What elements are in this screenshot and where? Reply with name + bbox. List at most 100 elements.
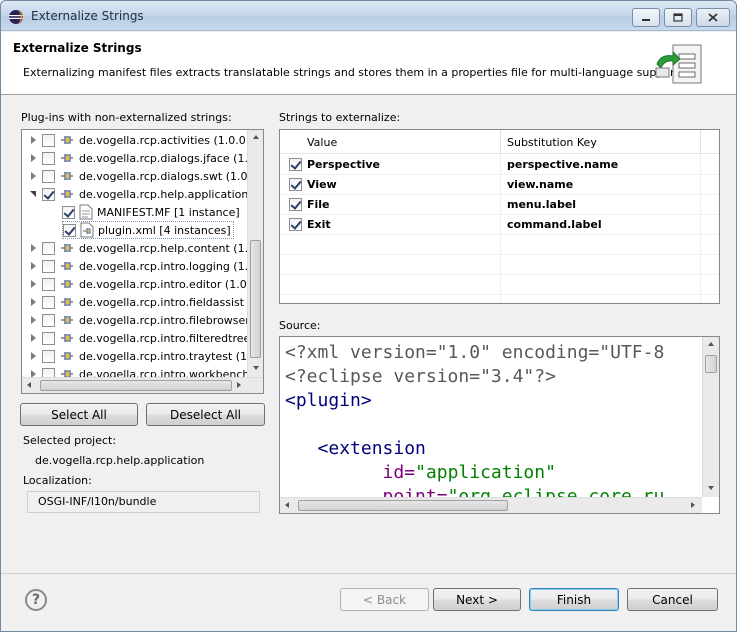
scroll-up-arrow-icon[interactable]: [703, 337, 719, 353]
expand-icon[interactable]: [28, 170, 40, 182]
plugin-checkbox[interactable]: [42, 133, 55, 147]
plugin-checkbox[interactable]: [42, 187, 55, 201]
tree-item[interactable]: de.vogella.rcp.intro.filebrowser: [28, 311, 250, 329]
key-cell[interactable]: menu.label: [507, 198, 576, 211]
plugin-checkbox[interactable]: [42, 295, 55, 309]
back-button[interactable]: < Back: [340, 588, 429, 611]
tree-item[interactable]: de.vogella.rcp.help.application: [28, 185, 248, 203]
plugin-icon: [61, 136, 73, 144]
expand-icon[interactable]: [28, 242, 40, 254]
scroll-left-arrow-icon[interactable]: [22, 378, 38, 393]
key-cell[interactable]: view.name: [507, 178, 573, 191]
tree-vertical-scrollbar[interactable]: [247, 130, 263, 377]
footer-separator: [1, 573, 736, 574]
expand-icon[interactable]: [28, 152, 40, 164]
source-code: <?xml version="1.0" encoding="UTF-8 <?ec…: [285, 341, 664, 509]
plugin-checkbox[interactable]: [42, 241, 55, 255]
tree-item[interactable]: de.vogella.rcp.activities (1.0.0.q: [28, 131, 256, 149]
plugin-checkbox[interactable]: [42, 349, 55, 363]
plugin-checkbox[interactable]: [42, 331, 55, 345]
strings-label: Strings to externalize:: [279, 111, 401, 124]
string-checkbox[interactable]: [289, 178, 302, 191]
manifest-file-icon: [79, 204, 93, 220]
plugin-checkbox[interactable]: [42, 313, 55, 327]
tree-item[interactable]: de.vogella.rcp.dialogs.jface (1.0: [28, 149, 255, 167]
tree-item[interactable]: de.vogella.rcp.intro.filteredtree: [28, 329, 250, 347]
tree-item[interactable]: MANIFEST.MF [1 instance]: [62, 203, 240, 221]
table-row[interactable]: Perspective perspective.name: [280, 155, 719, 175]
finish-button[interactable]: Finish: [529, 588, 619, 611]
scroll-right-arrow-icon[interactable]: [231, 378, 247, 393]
scroll-right-arrow-icon[interactable]: [685, 498, 701, 513]
expand-icon[interactable]: [28, 278, 40, 290]
source-line: <extension: [317, 438, 426, 459]
minimize-button[interactable]: [632, 8, 660, 27]
column-separator[interactable]: [700, 130, 701, 154]
expand-icon[interactable]: [28, 350, 40, 362]
file-checkbox[interactable]: [62, 205, 75, 219]
help-button[interactable]: ?: [25, 589, 47, 611]
string-checkbox[interactable]: [289, 158, 302, 171]
plugins-label: Plug-ins with non-externalized strings:: [21, 111, 232, 124]
scroll-left-arrow-icon[interactable]: [280, 498, 296, 513]
plugin-checkbox[interactable]: [42, 151, 55, 165]
string-checkbox[interactable]: [289, 198, 302, 211]
select-all-button[interactable]: Select All: [20, 403, 138, 426]
plugin-icon: [61, 352, 73, 360]
cancel-button[interactable]: Cancel: [627, 588, 718, 611]
source-vertical-scrollbar[interactable]: [702, 337, 719, 497]
plugin-icon: [61, 298, 73, 306]
key-cell[interactable]: perspective.name: [507, 158, 618, 171]
scroll-thumb[interactable]: [250, 240, 261, 358]
table-row[interactable]: File menu.label: [280, 195, 719, 215]
key-cell[interactable]: command.label: [507, 218, 602, 231]
eclipse-icon: [9, 10, 23, 24]
tree-item-selected[interactable]: plugin.xml [4 instances]: [62, 221, 234, 239]
expand-icon[interactable]: [28, 314, 40, 326]
source-line: <plugin>: [285, 390, 372, 411]
scroll-thumb[interactable]: [40, 380, 232, 391]
source-horizontal-scrollbar[interactable]: [280, 497, 702, 513]
string-checkbox[interactable]: [289, 218, 302, 231]
next-button[interactable]: Next >: [433, 588, 521, 611]
expand-icon[interactable]: [28, 296, 40, 308]
table-row[interactable]: Exit command.label: [280, 215, 719, 235]
scroll-thumb[interactable]: [298, 500, 508, 511]
column-separator[interactable]: [500, 130, 501, 154]
page-title: Externalize Strings: [13, 41, 142, 55]
expand-icon[interactable]: [28, 260, 40, 272]
tree-item[interactable]: de.vogella.rcp.intro.logging (1.0: [28, 257, 255, 275]
plugin-checkbox[interactable]: [42, 277, 55, 291]
scroll-down-arrow-icon[interactable]: [248, 361, 263, 377]
maximize-button[interactable]: [664, 8, 692, 27]
close-button[interactable]: [696, 8, 730, 27]
expand-icon[interactable]: [28, 332, 40, 344]
tree-horizontal-scrollbar[interactable]: [22, 377, 263, 393]
column-header-value[interactable]: Value: [307, 136, 337, 149]
value-cell: Exit: [307, 218, 331, 231]
strings-table[interactable]: Value Substitution Key Perspective persp…: [279, 129, 720, 304]
plugin-checkbox[interactable]: [42, 169, 55, 183]
externalize-strings-dialog: Externalize Strings Externalize Strings …: [0, 0, 737, 632]
tree-item-label: de.vogella.rcp.intro.logging (1.0: [79, 259, 256, 273]
tree-item[interactable]: de.vogella.rcp.intro.fieldassist (1: [28, 293, 259, 311]
deselect-all-button[interactable]: Deselect All: [146, 403, 265, 426]
source-viewer[interactable]: <?xml version="1.0" encoding="UTF-8 <?ec…: [279, 336, 720, 514]
plugin-checkbox[interactable]: [42, 259, 55, 273]
scroll-thumb[interactable]: [705, 355, 717, 373]
table-row[interactable]: View view.name: [280, 175, 719, 195]
scroll-down-arrow-icon[interactable]: [703, 481, 719, 497]
tree-item-label: de.vogella.rcp.dialogs.jface (1.0: [79, 151, 255, 165]
tree-item[interactable]: de.vogella.rcp.intro.traytest (1.0: [28, 347, 258, 365]
collapse-icon[interactable]: [28, 188, 40, 200]
expand-icon[interactable]: [28, 134, 40, 146]
file-checkbox[interactable]: [63, 223, 76, 237]
plugins-tree[interactable]: de.vogella.rcp.activities (1.0.0.q de.vo…: [21, 129, 264, 394]
empty-table-row: [280, 275, 719, 295]
tree-item[interactable]: de.vogella.rcp.intro.editor (1.0.0: [28, 275, 257, 293]
tree-item[interactable]: de.vogella.rcp.help.content (1.0.0: [28, 239, 263, 257]
column-header-substitution-key[interactable]: Substitution Key: [507, 136, 597, 149]
plugin-icon: [61, 190, 73, 198]
scroll-up-arrow-icon[interactable]: [248, 130, 263, 146]
tree-item[interactable]: de.vogella.rcp.dialogs.swt (1.0.0: [28, 167, 258, 185]
